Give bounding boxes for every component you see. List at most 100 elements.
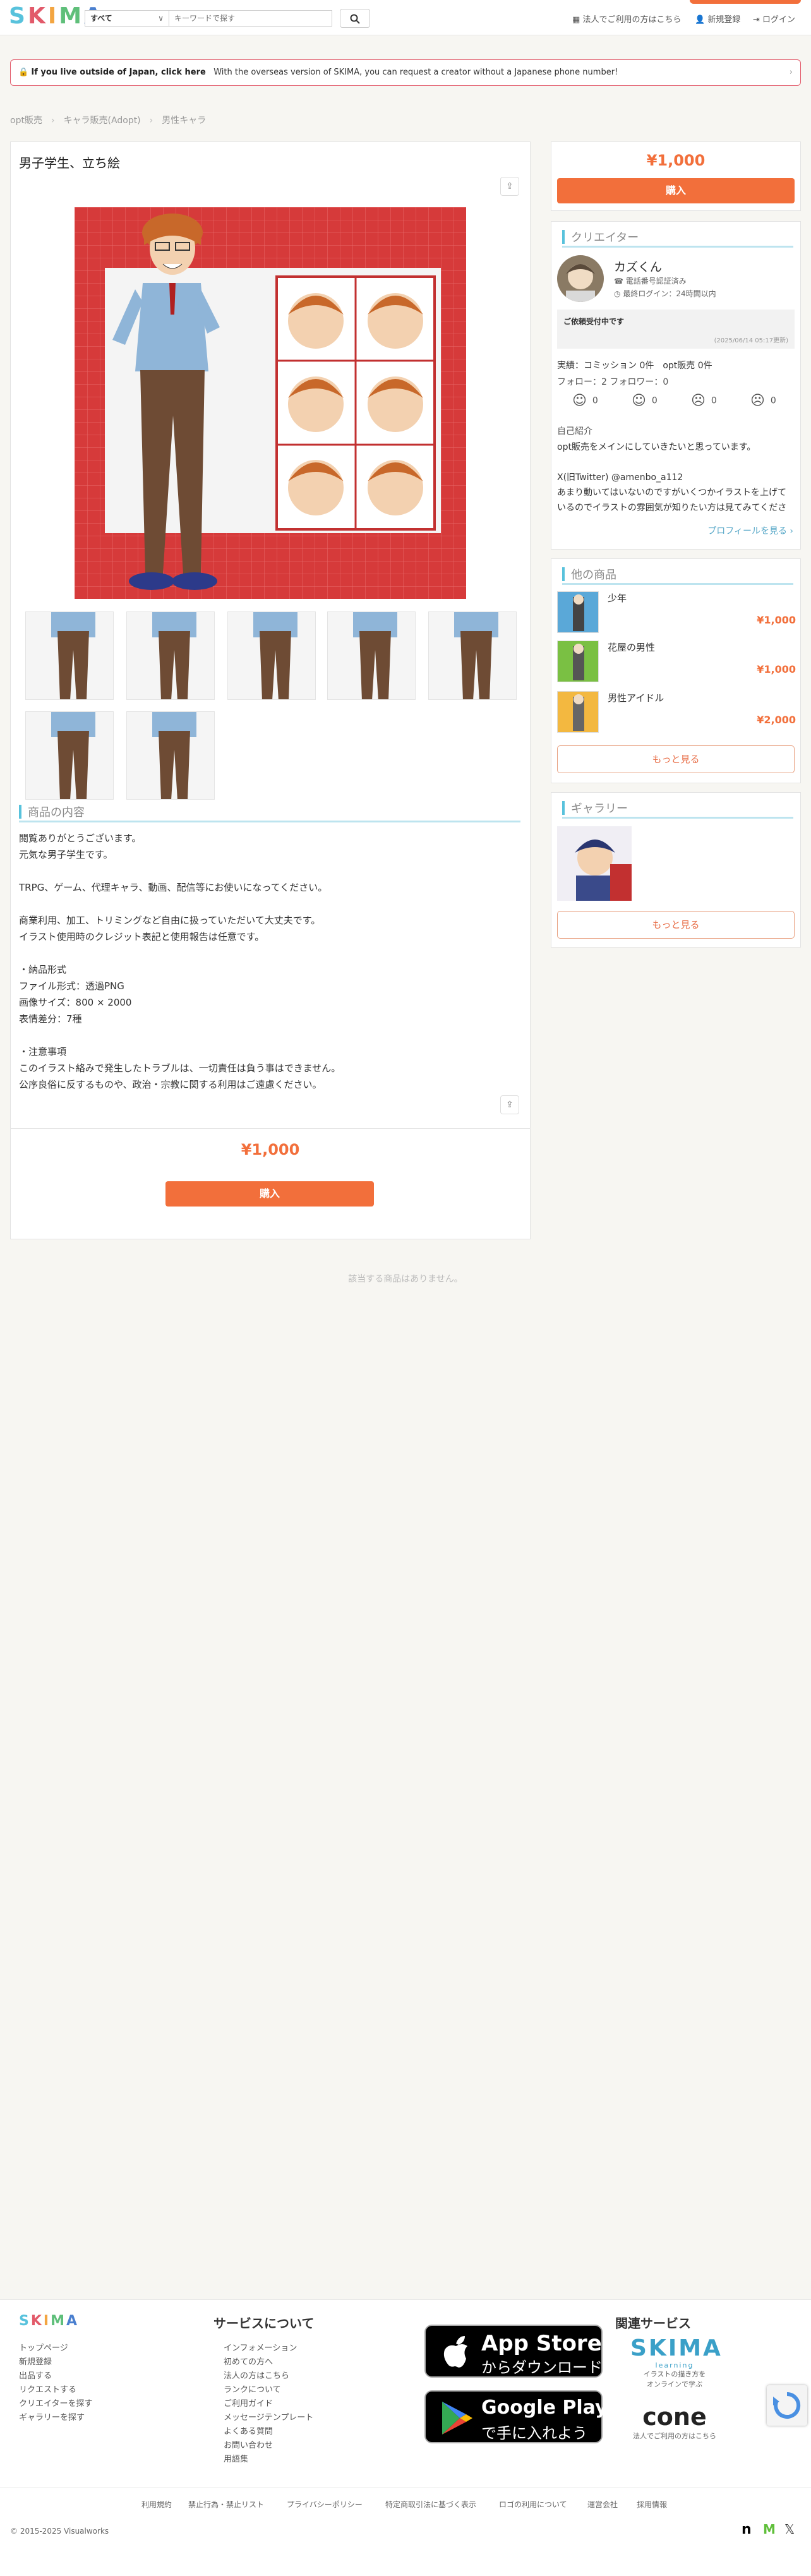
footer-bottom-link[interactable]: プライバシーポリシー — [287, 2499, 363, 2510]
more-gallery-button[interactable]: もっと見る — [557, 911, 795, 939]
share-button[interactable]: ⇪ — [500, 177, 519, 196]
thumbnail[interactable] — [428, 611, 517, 700]
avatar[interactable] — [557, 255, 604, 302]
footer-link[interactable]: お問い合わせ — [224, 2438, 273, 2450]
search-button[interactable] — [340, 9, 370, 28]
footer-heading: サービスについて — [213, 2316, 315, 2331]
footer-bottom-link[interactable]: 利用規約 — [141, 2499, 172, 2510]
note-icon[interactable]: n — [742, 2522, 752, 2537]
thumbnail[interactable] — [227, 611, 316, 700]
thumbnail-image — [152, 712, 196, 799]
corporate-link[interactable]: ▦ 法人でご利用の方はこちら — [572, 13, 681, 25]
thumbnail-image — [51, 712, 95, 799]
footer-bottom-link[interactable]: 特定商取引法に基づく表示 — [385, 2499, 476, 2510]
slight-smile-icon: ☺ — [632, 393, 646, 409]
follow-stats: フォロー：2 フォロワー：0 — [557, 377, 669, 387]
niconico-icon[interactable]: M — [763, 2522, 776, 2537]
status-box: ご依頼受付中です (2025/06/14 05:17更新) — [557, 310, 795, 349]
footer-bottom-link[interactable]: 禁止行為・禁止リスト — [188, 2499, 264, 2510]
sidebar-buy-button[interactable]: 購入 — [557, 178, 795, 203]
rating-count: 0 — [651, 395, 658, 406]
footer-link[interactable]: ご利用ガイド — [224, 2397, 273, 2409]
footer-link[interactable]: クリエイターを探す — [19, 2397, 92, 2409]
footer-link[interactable]: インフォメーション — [224, 2341, 297, 2353]
chevron-right-icon: › — [789, 68, 793, 77]
footer-link[interactable]: メッセージテンプレート — [224, 2410, 313, 2423]
x-twitter-icon[interactable]: 𝕏 — [784, 2522, 795, 2537]
footer-link[interactable]: 出品する — [19, 2369, 52, 2381]
breadcrumb: opt販売 › キャラ販売(Adopt) › 男性キャラ — [10, 114, 206, 126]
google-play-badge[interactable]: Google Play で手に入れよう — [424, 2390, 608, 2443]
footer-link[interactable]: 用語集 — [224, 2452, 248, 2464]
creator-stats: 実績：コミッション 0件 opt販売 0件 — [557, 361, 712, 371]
product-name[interactable]: 少年 — [608, 591, 627, 605]
thumbnail[interactable] — [126, 711, 215, 800]
product-thumbnail[interactable] — [557, 641, 599, 682]
breadcrumb-item[interactable]: キャラ販売(Adopt) — [64, 116, 141, 126]
breadcrumb-item[interactable]: 男性キャラ — [162, 116, 206, 126]
thumbnail[interactable] — [327, 611, 416, 700]
breadcrumb-item[interactable]: opt販売 — [10, 116, 42, 126]
apple-icon — [443, 2336, 467, 2368]
footer-bottom-link[interactable]: 運営会社 — [587, 2499, 618, 2510]
last-login: ◷ 最終ログイン：24時間以内 — [614, 288, 716, 299]
recaptcha-icon — [773, 2392, 801, 2419]
footer-link[interactable]: 法人の方はこちら — [224, 2369, 289, 2381]
verified-text: 電話番号認証済み — [625, 277, 687, 286]
creator-intro: opt販売をメインにしていきたいと思っています。 X(旧Twitter) @am… — [557, 442, 787, 513]
footer-link[interactable]: トップページ — [19, 2341, 68, 2353]
rating-count: 0 — [592, 395, 598, 406]
google-play-icon — [442, 2402, 472, 2435]
gallery-illustration — [557, 826, 632, 901]
search-category-value: すべて — [90, 14, 112, 23]
footer-link[interactable]: ランクについて — [224, 2383, 281, 2395]
avatar-image — [566, 264, 595, 302]
product-price: ¥2,000 — [757, 714, 796, 726]
building-icon: ▦ — [572, 15, 580, 25]
rating-good: ☺ 0 — [632, 393, 658, 409]
footer-link[interactable]: よくある質問 — [224, 2424, 273, 2436]
recaptcha-badge[interactable] — [767, 2385, 807, 2426]
skima-learning-link[interactable]: SKIMA learning イラストの描き方を オンラインで学ぶ — [630, 2336, 721, 2390]
section-heading: クリエイター — [562, 229, 793, 248]
buy-button[interactable]: 購入 — [165, 1181, 374, 1207]
product-thumbnail[interactable] — [557, 691, 599, 733]
footer-bottom-link[interactable]: ロゴの利用について — [499, 2499, 567, 2510]
thumbnail[interactable] — [126, 611, 215, 700]
search-category-select[interactable]: すべて ∨ — [85, 10, 169, 27]
creator-name[interactable]: カズくん — [614, 258, 662, 275]
product-name[interactable]: 花屋の男性 — [608, 641, 655, 654]
thumbnail[interactable] — [25, 611, 114, 700]
product-name[interactable]: 男性アイドル — [608, 691, 664, 704]
product-thumbnail[interactable] — [557, 591, 599, 633]
search-input[interactable] — [169, 10, 332, 27]
section-heading: 商品の内容 — [19, 803, 520, 822]
footer-bottom-link[interactable]: 採用情報 — [637, 2499, 667, 2510]
main-product-image[interactable] — [75, 207, 466, 599]
frown-icon: ☹ — [750, 393, 765, 409]
gallery-image[interactable] — [557, 826, 632, 901]
more-products-button[interactable]: もっと見る — [557, 745, 795, 773]
footer-link[interactable]: リクエストする — [19, 2383, 76, 2395]
cone-link[interactable]: cone 法人でご利用の方はこちら — [624, 2403, 725, 2441]
overseas-banner[interactable]: 🔒 If you live outside of Japan, click he… — [10, 59, 801, 86]
footer-logo[interactable]: SKIMA — [19, 2313, 79, 2329]
footer-link[interactable]: 新規登録 — [19, 2355, 52, 2367]
breadcrumb-separator: › — [51, 116, 55, 126]
footer-link[interactable]: ギャラリーを探す — [19, 2410, 85, 2423]
neutral-face-icon: ☹ — [691, 393, 706, 409]
share-button[interactable]: ⇪ — [500, 1095, 519, 1114]
login-icon: ⇥ — [753, 15, 760, 25]
section-heading-label: 商品の内容 — [28, 806, 85, 819]
intro-label: 自己紹介 — [557, 426, 592, 436]
app-store-badge[interactable]: App Store からダウンロード — [424, 2325, 603, 2378]
rating-count: 0 — [770, 395, 776, 406]
register-link[interactable]: 👤 新規登録 — [695, 13, 740, 25]
section-heading: ギャラリー — [562, 800, 793, 819]
profile-link[interactable]: プロフィールを見る › — [707, 524, 793, 537]
status-text: ご依頼受付中です — [563, 317, 625, 326]
login-link[interactable]: ⇥ ログイン — [753, 13, 795, 25]
footer-link[interactable]: 初めての方へ — [224, 2355, 273, 2367]
thumbnail[interactable] — [25, 711, 114, 800]
top-accent-strip — [690, 0, 801, 4]
